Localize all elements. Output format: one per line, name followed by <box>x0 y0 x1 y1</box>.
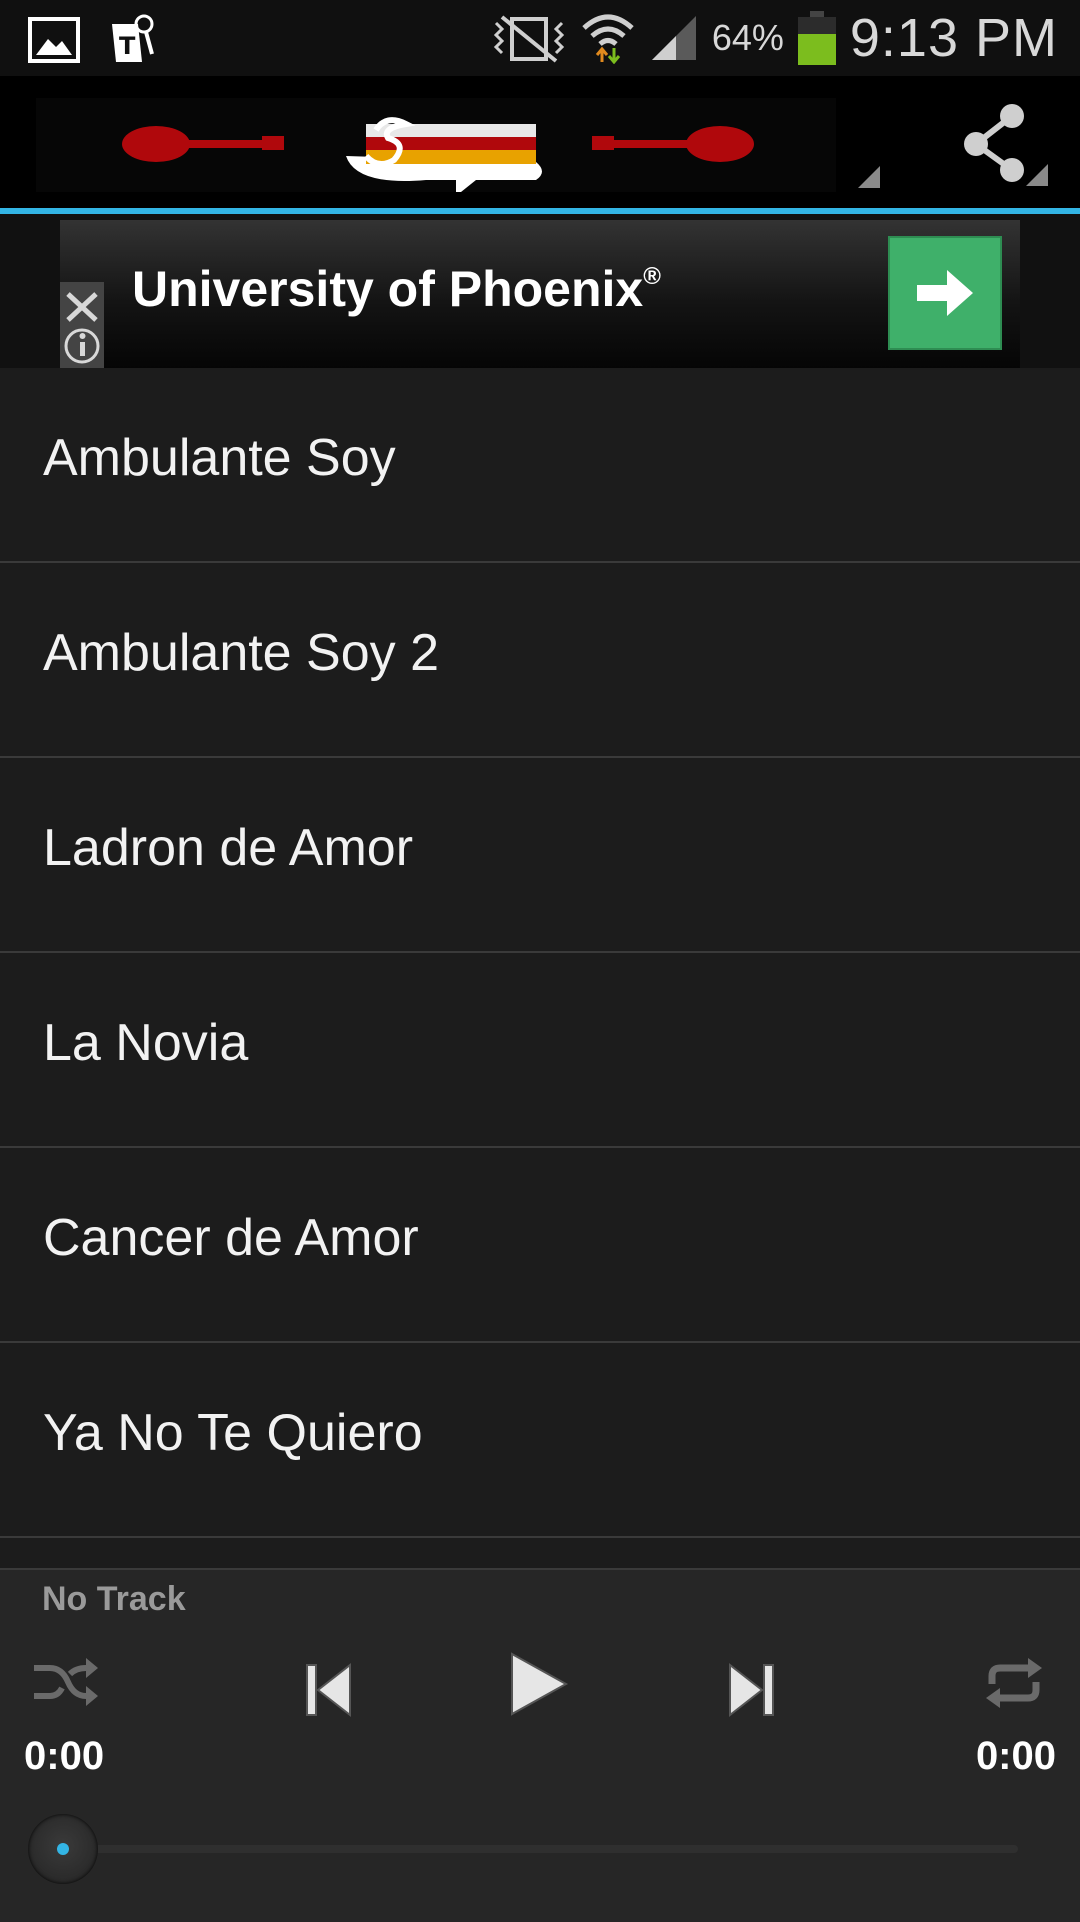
skip-next-icon <box>729 1662 774 1718</box>
shuffle-button[interactable] <box>32 1656 98 1715</box>
battery-icon <box>797 11 836 65</box>
seek-thumb[interactable] <box>28 1814 98 1884</box>
ad-area: University of Phoenix® <box>0 214 1080 368</box>
clock: 9:13 PM <box>849 8 1058 68</box>
song-title: Cancer de Amor <box>43 1209 419 1267</box>
skip-previous-icon <box>306 1662 351 1718</box>
song-title: Ladron de Amor <box>43 819 414 877</box>
los-shapis-logo-banner[interactable] <box>36 98 836 196</box>
svg-text:T: T <box>119 32 136 60</box>
arrow-right-icon <box>917 270 973 316</box>
player-panel: No Track 0:00 0:00 <box>0 1568 1080 1922</box>
repeat-button[interactable] <box>984 1656 1044 1715</box>
share-button[interactable] <box>960 100 1050 192</box>
song-title: Ambulante Soy 2 <box>43 624 440 682</box>
action-bar <box>0 76 1080 214</box>
song-title: La Novia <box>43 1014 249 1072</box>
status-bar: T 64% 9:13 PM <box>0 0 1080 76</box>
tmobile-notification-icon: T <box>112 14 154 62</box>
play-button[interactable] <box>508 1650 570 1723</box>
song-list: Ambulante Soy Ambulante Soy 2 Ladron de … <box>0 368 1080 1538</box>
next-button[interactable] <box>726 1662 776 1723</box>
wifi-icon <box>582 14 634 64</box>
battery-percent: 64% <box>711 17 784 58</box>
seek-bar[interactable] <box>60 1845 1018 1853</box>
vibrate-off-icon <box>493 15 564 63</box>
list-item[interactable]: La Novia <box>0 953 1080 1148</box>
share-icon <box>964 104 1048 186</box>
los-shapis-logo <box>346 117 542 196</box>
gallery-notification-icon <box>28 17 80 63</box>
guitar-left-icon <box>122 126 284 162</box>
ad-go-button[interactable] <box>888 236 1002 350</box>
play-icon <box>511 1652 569 1716</box>
previous-button[interactable] <box>304 1662 354 1723</box>
song-title: Ambulante Soy <box>43 429 396 487</box>
ad-title: University of Phoenix® <box>132 261 661 317</box>
signal-icon <box>651 16 696 60</box>
repeat-icon <box>986 1658 1042 1708</box>
list-item[interactable]: Ambulante Soy <box>0 368 1080 563</box>
track-label: No Track <box>42 1580 186 1618</box>
list-item[interactable]: Ambulante Soy 2 <box>0 563 1080 758</box>
elapsed-time: 0:00 <box>24 1734 105 1778</box>
song-title: Ya No Te Quiero <box>43 1404 423 1462</box>
list-item[interactable]: Cancer de Amor <box>0 1148 1080 1343</box>
ad-close-button[interactable] <box>60 282 104 368</box>
close-icon <box>64 292 100 364</box>
guitar-right-icon <box>592 126 754 162</box>
shuffle-icon <box>34 1658 98 1706</box>
ad-banner[interactable]: University of Phoenix® <box>60 220 1020 368</box>
list-item[interactable]: Ya No Te Quiero <box>0 1343 1080 1538</box>
spinner-indicator-icon <box>858 166 880 188</box>
list-item[interactable]: Ladron de Amor <box>0 758 1080 953</box>
duration-time: 0:00 <box>975 1734 1056 1778</box>
